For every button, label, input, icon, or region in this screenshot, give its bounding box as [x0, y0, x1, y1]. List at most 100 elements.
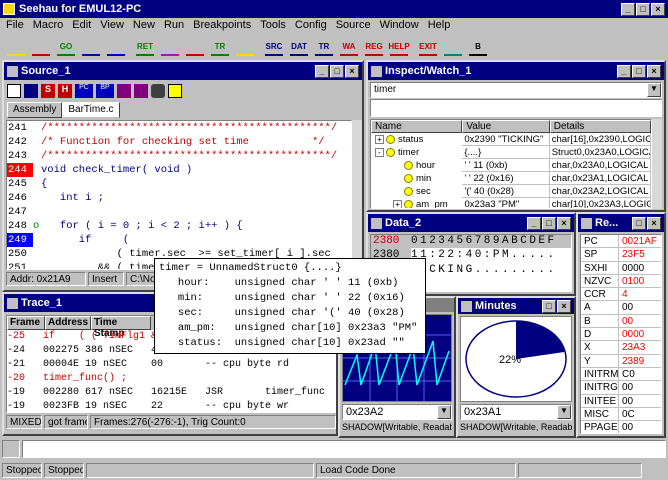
bp-icon[interactable]: BP — [96, 84, 114, 98]
return-button[interactable]: RET — [133, 35, 157, 59]
expand-icon[interactable]: + — [393, 200, 402, 208]
reset-button[interactable] — [183, 35, 207, 59]
menu-new[interactable]: New — [133, 19, 155, 31]
source-line[interactable]: 242 /* Function for checking set time */ — [7, 135, 351, 149]
minimize-button[interactable]: _ — [621, 2, 635, 16]
trace-header-time-stamp[interactable]: Time Stamp — [91, 316, 151, 339]
source-code-view[interactable]: 241 /************************************… — [6, 120, 352, 270]
register-row[interactable]: D 0000 — [581, 328, 661, 342]
menu-view[interactable]: View — [100, 19, 124, 31]
menu-config[interactable]: Config — [295, 19, 327, 31]
source-line[interactable]: 249 if ( — [7, 233, 351, 247]
inspect-row[interactable]: + am_pm 0x23a3 "PM"char[10],0x23A3,LOGICAL — [371, 198, 651, 208]
data-close-button[interactable]: × — [557, 216, 571, 230]
register-row[interactable]: CCR 4 — [581, 288, 661, 302]
trace-reset-button[interactable]: TR — [208, 35, 232, 59]
data-min-button[interactable]: _ — [527, 216, 541, 230]
source-line[interactable]: 243 /************************************… — [7, 149, 351, 163]
go-button-button[interactable]: GO — [54, 35, 78, 59]
menu-edit[interactable]: Edit — [72, 19, 91, 31]
inspect-row[interactable]: min ' ' 22 (0x16)char,0x23A1,LOGICAL DAT — [371, 172, 651, 185]
source-line[interactable]: 241 /************************************… — [7, 121, 351, 135]
inspect-row[interactable]: + status 0x2390 "TICKING" char[16],0x2390,L… — [371, 133, 651, 146]
inspect-expression-input[interactable] — [370, 99, 662, 117]
find-icon[interactable] — [151, 84, 165, 98]
expand-icon[interactable]: + — [375, 135, 384, 144]
h-icon[interactable]: H — [58, 84, 72, 98]
source-line[interactable]: 247 — [7, 205, 351, 219]
step-button[interactable] — [79, 35, 103, 59]
command-input[interactable] — [22, 440, 666, 458]
tile-button[interactable] — [441, 35, 465, 59]
inspect-row[interactable]: sec '(' 40 (0x28)char,0x23A2,LOGICAL DAT — [371, 185, 651, 198]
register-row[interactable]: PC 0021AF — [581, 235, 661, 249]
menu-run[interactable]: Run — [164, 19, 184, 31]
register-row[interactable]: INITRM C0 — [581, 367, 661, 382]
menu-tools[interactable]: Tools — [260, 19, 286, 31]
src-button[interactable]: SRC — [262, 35, 286, 59]
register-row[interactable]: INITRG 00 — [581, 381, 661, 395]
register-row[interactable]: A 00 — [581, 301, 661, 315]
source-close-button[interactable]: × — [345, 64, 359, 78]
source-tab-1[interactable]: BarTime.c — [62, 102, 120, 118]
chevron-down-icon[interactable]: ▼ — [647, 83, 661, 97]
registers-max-button[interactable]: □ — [632, 216, 646, 230]
save-icon[interactable] — [24, 84, 38, 98]
close-button[interactable]: × — [651, 2, 665, 16]
load-button[interactable] — [29, 35, 53, 59]
minutes-max-button[interactable]: □ — [542, 299, 556, 313]
source-max-button[interactable]: □ — [330, 64, 344, 78]
source-line[interactable]: 244 void check_timer( void ) — [7, 163, 351, 177]
bold-button[interactable]: B — [466, 35, 490, 59]
trace-row[interactable]: -21 00004E 19 nSEC 00 -- cpu byte rd — [7, 358, 335, 372]
help-button[interactable]: HELP — [387, 35, 411, 59]
inspect-header-value[interactable]: Value — [462, 120, 550, 133]
dat-button[interactable]: DAT — [287, 35, 311, 59]
inspect-min-button[interactable]: _ — [617, 64, 631, 78]
macro-icon[interactable] — [117, 84, 131, 98]
mixed-icon[interactable] — [134, 84, 148, 98]
trace-row[interactable]: -19 002280 617 nSEC 16215E JSR timer_fun… — [7, 386, 335, 400]
source-vscroll[interactable] — [352, 120, 362, 270]
register-row[interactable]: NZVC 0100 — [581, 274, 661, 289]
chevron-down-icon[interactable]: ▼ — [437, 405, 451, 419]
menu-breakpoints[interactable]: Breakpoints — [193, 19, 251, 31]
register-row[interactable]: MISC 0C — [581, 407, 661, 422]
registers-list[interactable]: PC 0021AF SP 23F5 SXHI 0000 NZVC 0100 CCR 4 A 00 B 00… — [580, 234, 662, 434]
exit-button[interactable]: EXIT — [416, 35, 440, 59]
data-max-button[interactable]: □ — [542, 216, 556, 230]
source-min-button[interactable]: _ — [315, 64, 329, 78]
inspect-header-details[interactable]: Details — [549, 120, 651, 133]
source-line[interactable]: 248 o for ( i = 0 ; i < 2 ; i++ ) { — [7, 219, 351, 233]
register-row[interactable]: X 23A3 — [581, 341, 661, 355]
inspect-close-button[interactable]: × — [647, 64, 661, 78]
register-row[interactable]: SP 23F5 — [581, 248, 661, 262]
minutes-address-dropdown[interactable]: 0x23A1 ▼ — [460, 404, 572, 420]
register-row[interactable]: INITEE 00 — [581, 394, 661, 408]
inspect-row[interactable]: hour ' ' 11 (0xb)char,0x23A0,LOGICAL DAT — [371, 159, 651, 172]
menu-help[interactable]: Help — [428, 19, 451, 31]
source-line[interactable]: 246 int i ; — [7, 191, 351, 205]
trace-header-frame[interactable]: Frame — [7, 316, 45, 330]
inspect-dropdown[interactable]: timer ▼ — [370, 82, 662, 98]
register-row[interactable]: SXHI 0000 — [581, 261, 661, 275]
wa-button[interactable]: WA — [337, 35, 361, 59]
menu-source[interactable]: Source — [336, 19, 371, 31]
register-row[interactable]: PPAGE 00 — [581, 421, 661, 433]
open-file-button[interactable] — [4, 35, 28, 59]
anim-button[interactable] — [158, 35, 182, 59]
inspect-header-name[interactable]: Name — [371, 120, 463, 133]
bookmark-icon[interactable] — [168, 84, 182, 98]
s-icon[interactable]: S — [41, 84, 55, 98]
trace-row[interactable]: -19 0023FB 19 nSEC 22 -- cpu byte wr — [7, 400, 335, 412]
collapse-icon[interactable]: - — [375, 148, 384, 157]
minutes-close-button[interactable]: × — [557, 299, 571, 313]
reg-button[interactable]: REG — [362, 35, 386, 59]
tr-button[interactable]: TR — [312, 35, 336, 59]
trace-header-address[interactable]: Address — [45, 316, 91, 330]
inspect-row[interactable]: - timer {....}Struct0,0x23A0,LOGICAL D — [371, 146, 651, 159]
register-row[interactable]: Y 2389 — [581, 354, 661, 368]
source-line[interactable]: 245 { — [7, 177, 351, 191]
seconds-address-dropdown[interactable]: 0x23A2 ▼ — [342, 404, 452, 420]
register-row[interactable]: B 00 — [581, 314, 661, 329]
